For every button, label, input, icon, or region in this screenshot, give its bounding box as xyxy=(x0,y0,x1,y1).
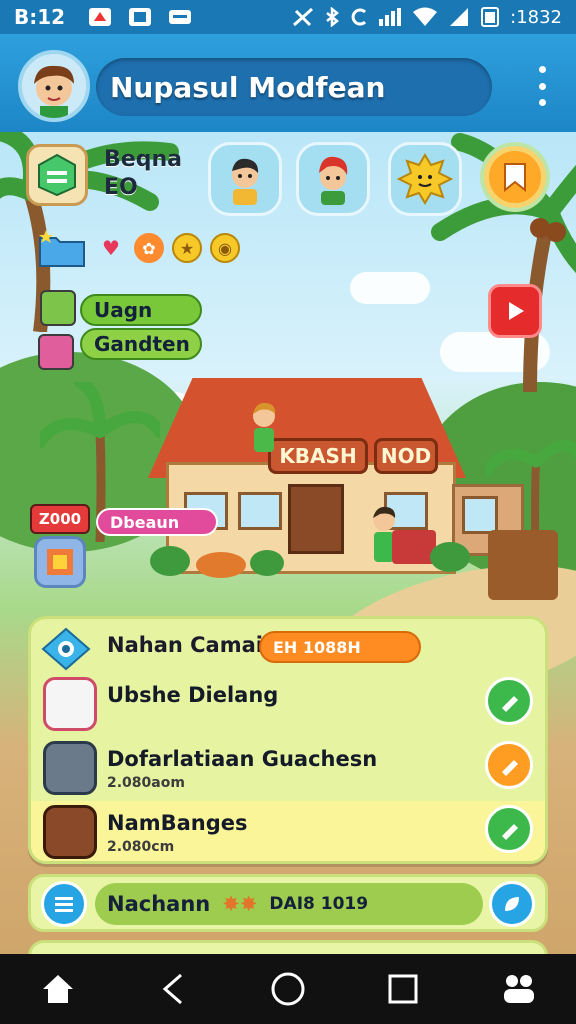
timer-badge: Z000 xyxy=(30,504,90,534)
house-door[interactable] xyxy=(288,484,344,554)
mini-icon-row: ♥ ✿ ★ ◉ xyxy=(38,228,240,268)
header: Nupasul Modfean xyxy=(0,34,576,132)
system-nav-bar xyxy=(0,954,576,1024)
task-panel-title: Nahan Camai xyxy=(107,633,263,657)
task-title: Ubshe Dielang xyxy=(107,683,279,707)
player-name: Nupasul Modfean xyxy=(110,70,386,104)
status-time: B:12 xyxy=(14,5,66,29)
wifi-icon xyxy=(413,7,438,26)
list-menu-button[interactable] xyxy=(41,881,87,927)
wooden-bench[interactable] xyxy=(488,530,558,600)
task-go-button[interactable] xyxy=(485,805,533,853)
player-avatar[interactable] xyxy=(18,50,90,122)
coin-icon[interactable]: ★ xyxy=(172,233,202,263)
status-right-text: :1832 xyxy=(510,6,562,28)
green-box-icon[interactable] xyxy=(40,290,76,326)
menu-item-2[interactable]: Gandten xyxy=(80,328,202,360)
task-panel: Nahan Camai EH 1088H Ubshe Dielang Dofar… xyxy=(28,616,548,864)
tv-box-icon xyxy=(43,805,97,859)
list-icon xyxy=(55,897,73,912)
task-panel-header: Nahan Camai EH 1088H xyxy=(31,619,545,679)
battery-box-icon xyxy=(481,7,500,27)
video-ad-button[interactable] xyxy=(488,284,542,338)
house-sign-right[interactable]: NOD xyxy=(374,438,438,474)
back-icon xyxy=(162,973,182,1005)
gem-cube-icon xyxy=(38,153,76,197)
villager-on-roof[interactable] xyxy=(244,398,284,458)
coin-icon-2[interactable]: ◉ xyxy=(210,233,240,263)
notification-icon xyxy=(89,8,111,26)
pink-dice-icon[interactable] xyxy=(38,334,74,370)
task-title: NamBanges xyxy=(107,811,248,835)
house-window xyxy=(462,496,498,534)
house-window xyxy=(238,492,282,530)
machine-icon xyxy=(43,741,97,795)
task-panel-badge: EH 1088H xyxy=(259,631,421,663)
friend-button-1[interactable] xyxy=(208,142,282,216)
event-pill[interactable]: Dbeaun xyxy=(96,508,218,536)
friend-button-2[interactable] xyxy=(296,142,370,216)
task-go-button[interactable] xyxy=(485,741,533,789)
circle-home-icon xyxy=(271,972,305,1006)
task-subtitle: 2.080cm xyxy=(107,839,175,855)
resource-value: EO xyxy=(104,175,138,200)
home-icon xyxy=(42,975,73,1003)
c-icon xyxy=(351,8,367,26)
player-name-bar[interactable]: Nupasul Modfean xyxy=(96,58,492,116)
star-badge-icon: ✸✸ xyxy=(222,892,258,916)
leaf-button[interactable] xyxy=(489,881,535,927)
flower-icon[interactable]: ✿ xyxy=(134,233,164,263)
task-subtitle: 2.080aom xyxy=(107,775,185,791)
task-title: Dofarlatiaan Guachesn xyxy=(107,747,378,771)
ribbon-button[interactable] xyxy=(484,146,546,208)
friend-button-3[interactable] xyxy=(388,142,462,216)
task-go-button[interactable] xyxy=(485,677,533,725)
bluetooth-icon xyxy=(326,7,340,27)
recents-home-button[interactable] xyxy=(258,964,318,1014)
friend-waving-icon xyxy=(232,158,259,205)
team-nav-button[interactable] xyxy=(488,964,548,1014)
target-icon xyxy=(41,627,91,671)
friend-red-hair-icon xyxy=(319,156,348,205)
pencil-icon xyxy=(502,824,518,840)
battery-icon xyxy=(450,8,469,26)
signal-icon xyxy=(379,8,402,26)
cash-register-icon xyxy=(43,677,97,731)
resource-label: Beqna xyxy=(104,147,182,172)
pencil-icon xyxy=(502,760,518,776)
game-scene: Beqna EO ♥ ✿ ★ ◉ Uagn Gandten KBASH NOD … xyxy=(0,132,576,954)
status-bar: B:12 :1832 xyxy=(0,0,576,34)
message-icon xyxy=(169,10,191,24)
image-icon xyxy=(129,8,151,26)
next-panel-peek xyxy=(28,940,548,954)
home-nav-button[interactable] xyxy=(28,964,88,1014)
menu-item-1[interactable]: Uagn xyxy=(80,294,202,326)
task-row[interactable]: Dofarlatiaan Guachesn 2.080aom xyxy=(31,737,545,801)
event-card-icon[interactable] xyxy=(34,536,86,588)
square-icon xyxy=(388,974,418,1004)
bottom-status-bar: Nachann ✸✸ DAI8 1019 xyxy=(28,874,548,932)
leaf-icon xyxy=(505,897,519,911)
bottom-info-pill[interactable]: Nachann ✸✸ DAI8 1019 xyxy=(95,883,483,925)
resource-info: Beqna EO xyxy=(104,146,182,202)
heart-icon[interactable]: ♥ xyxy=(96,233,126,263)
team-icon xyxy=(504,975,535,1003)
avatar-face-icon xyxy=(22,54,86,118)
gem-resource[interactable] xyxy=(26,144,88,206)
pencil-icon xyxy=(502,696,518,712)
overview-nav-button[interactable] xyxy=(373,964,433,1014)
task-row[interactable]: Ubshe Dielang xyxy=(31,673,545,737)
back-nav-button[interactable] xyxy=(143,964,203,1014)
no-sim-icon xyxy=(293,7,314,27)
ribbon-icon xyxy=(504,163,526,192)
folder-star-icon[interactable] xyxy=(38,228,88,268)
bottom-value: DAI8 1019 xyxy=(269,894,369,914)
play-icon xyxy=(509,302,524,320)
more-vertical-icon[interactable] xyxy=(530,66,554,106)
bottom-label: Nachann xyxy=(107,892,211,916)
sun-face-icon xyxy=(397,153,453,205)
task-row-highlighted[interactable]: NamBanges 2.080cm xyxy=(31,801,545,861)
